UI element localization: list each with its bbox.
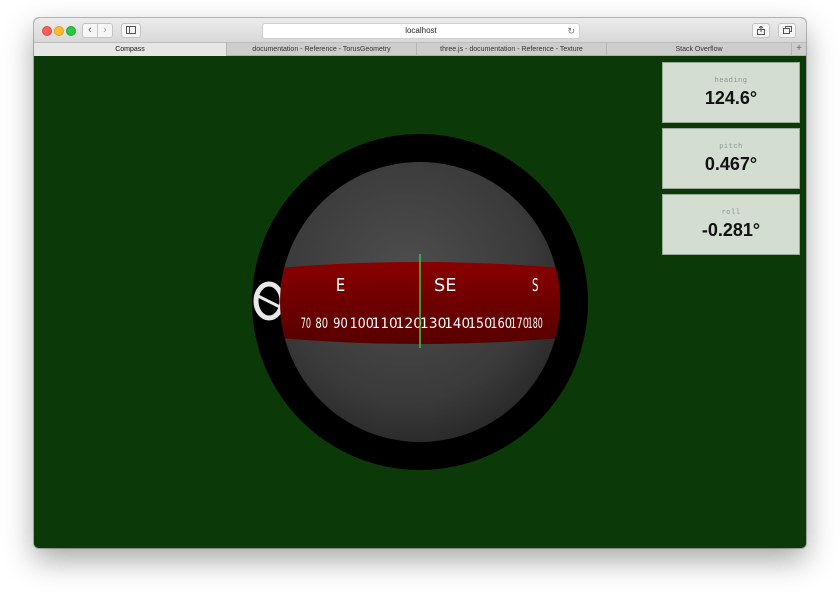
title-bar: ‹ › localhost ↻ [34,18,806,42]
degree-mark-180: 180 [528,314,543,331]
webgl-canvas[interactable]: E SE S 70 80 90 100 110 120 130 140 150 160 170 180 h… [34,56,806,548]
tab-label: three.js - documentation - Reference - T… [440,46,583,53]
chevron-right-icon: › [103,24,107,36]
cardinal-s: S [532,275,538,296]
sidebar-icon [126,26,136,34]
plus-icon: + [796,43,802,54]
pitch-value: 0.467° [704,154,758,174]
degree-mark-160: 160 [490,316,512,332]
sidebar-button[interactable] [121,23,141,38]
degree-mark-100: 100 [350,316,374,332]
back-button[interactable]: ‹ [82,23,98,38]
degree-mark-140: 140 [444,316,470,332]
degree-mark-120: 120 [395,316,422,332]
pitch-label: pitch [719,143,743,151]
degree-mark-110: 110 [372,316,398,332]
tab-overview-button[interactable] [778,23,796,38]
share-button[interactable] [752,23,770,38]
heading-panel: heading 124.6° [662,62,800,123]
forward-button[interactable]: › [97,23,113,38]
tab-compass[interactable]: Compass [34,43,227,56]
roll-label: roll [721,209,741,217]
degree-mark-170: 170 [510,315,529,331]
tab-overview-icon [782,26,792,34]
share-icon [757,25,765,35]
address-bar[interactable]: localhost ↻ [262,23,580,39]
chevron-left-icon: ‹ [88,24,92,36]
tab-label: Stack Overflow [675,46,723,53]
pitch-panel: pitch 0.467° [662,128,800,189]
tab-label: Compass [115,46,145,53]
address-text: localhost [405,26,437,35]
cardinal-se: SE [434,275,456,296]
degree-mark-90: 90 [333,316,348,332]
degree-mark-130: 130 [420,316,447,332]
heading-label: heading [714,77,748,85]
degree-mark-150: 150 [468,316,492,332]
tab-label: documentation - Reference - TorusGeometr… [252,46,391,53]
heading-value: 124.6° [704,88,758,108]
close-window-button[interactable] [42,26,52,36]
cardinal-e: E [336,275,345,296]
roll-panel: roll -0.281° [662,194,800,255]
tab-stack-overflow[interactable]: Stack Overflow [607,43,792,56]
tab-bar: Compass documentation - Reference - Toru… [34,42,806,56]
roll-value: -0.281° [701,220,761,240]
browser-window: ‹ › localhost ↻ Compass documentation - … [34,18,806,548]
degree-mark-80: 80 [315,315,328,331]
tab-texture[interactable]: three.js - documentation - Reference - T… [417,43,607,56]
tab-torus-geometry[interactable]: documentation - Reference - TorusGeometr… [227,43,417,56]
new-tab-button[interactable]: + [792,43,806,56]
reload-icon[interactable]: ↻ [567,24,575,38]
degree-mark-70: 70 [301,315,311,332]
minimize-window-button[interactable] [54,26,64,36]
zoom-window-button[interactable] [66,26,76,36]
